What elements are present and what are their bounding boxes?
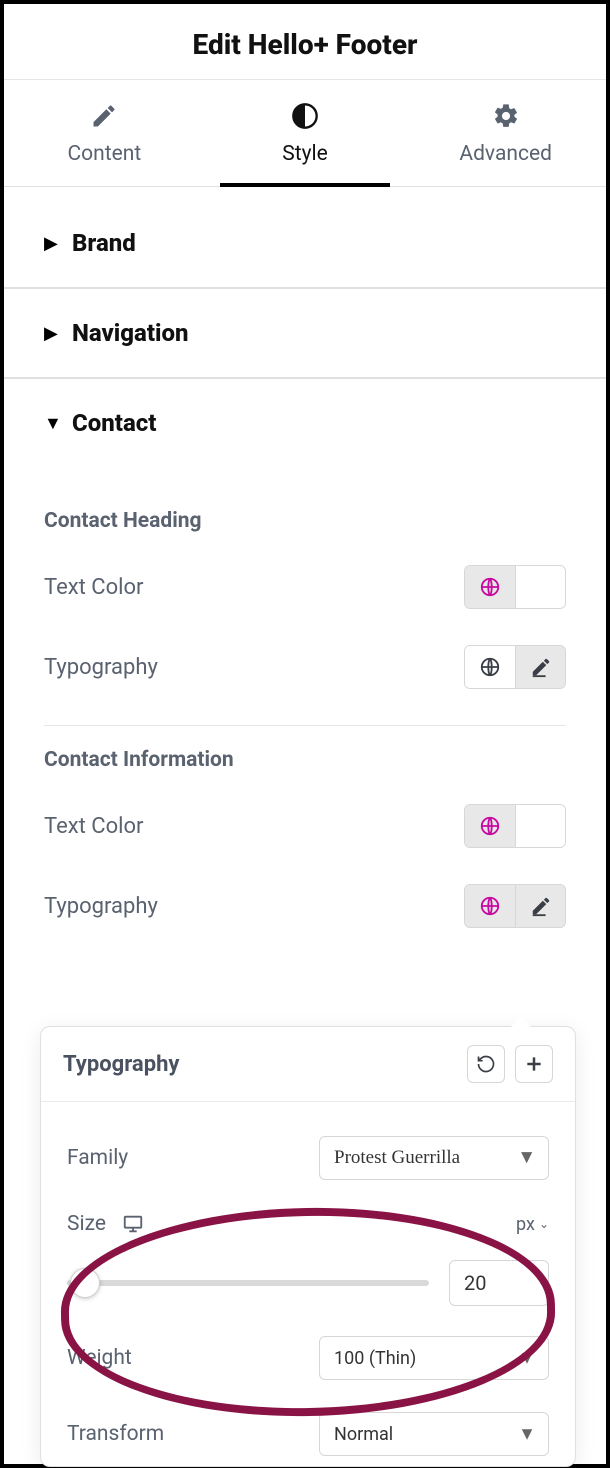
caret-right-icon: ▶ <box>44 233 58 254</box>
globe-button[interactable] <box>465 805 515 847</box>
popover-title: Typography <box>63 1052 179 1077</box>
popover-header: Typography <box>41 1027 575 1102</box>
contact-information-label: Contact Information <box>44 748 566 772</box>
row-contact-info-typography: Typography <box>44 866 566 946</box>
row-contact-heading-text-color: Text Color <box>44 547 566 627</box>
size-input[interactable]: 20 <box>449 1260 549 1306</box>
tab-style[interactable]: Style <box>205 80 406 186</box>
label-text-color: Text Color <box>44 575 144 600</box>
globe-icon <box>479 576 501 598</box>
label-weight: Weight <box>67 1346 132 1370</box>
typography-control <box>464 645 566 689</box>
label-typography: Typography <box>44 655 158 680</box>
text-color-picker <box>464 804 566 848</box>
row-weight: Weight 100 (Thin) ▼ <box>67 1320 549 1396</box>
weight-select[interactable]: 100 (Thin) ▼ <box>319 1336 549 1380</box>
transform-value: Normal <box>334 1424 393 1445</box>
typography-popover: Typography Family Protest Guerrilla ▼ Si… <box>40 1026 576 1467</box>
section-contact-title: Contact <box>72 409 156 437</box>
size-slider[interactable] <box>67 1280 429 1286</box>
tab-advanced-label: Advanced <box>459 142 552 166</box>
section-navigation-title: Navigation <box>72 319 189 347</box>
popover-actions <box>467 1045 553 1083</box>
globe-icon <box>479 895 501 917</box>
pencil-icon <box>90 102 118 130</box>
caret-down-icon: ▼ <box>517 1147 536 1169</box>
color-swatch-button[interactable] <box>515 566 565 608</box>
undo-icon <box>476 1054 496 1074</box>
family-value: Protest Guerrilla <box>334 1147 460 1169</box>
section-contact-header[interactable]: ▼ Contact <box>4 378 606 467</box>
globe-icon <box>479 815 501 837</box>
desktop-icon[interactable] <box>122 1213 144 1235</box>
tab-content-label: Content <box>67 142 141 166</box>
tab-style-label: Style <box>282 142 328 166</box>
text-color-picker <box>464 565 566 609</box>
unit-value: px <box>516 1214 535 1235</box>
caret-down-icon: ▼ <box>518 1348 536 1369</box>
style-panel: ▶ Brand ▶ Navigation ▼ Contact Contact H… <box>4 187 606 956</box>
half-circle-icon <box>291 102 319 130</box>
pencil-icon <box>530 895 552 917</box>
row-size-header: Size px ⌄ <box>67 1196 549 1252</box>
edit-button[interactable] <box>515 646 565 688</box>
globe-button[interactable] <box>465 566 515 608</box>
globe-icon <box>479 656 501 678</box>
panel-header: Edit Hello+ Footer <box>4 4 606 80</box>
row-size-slider: 20 <box>67 1252 549 1320</box>
contact-heading-label: Contact Heading <box>44 509 566 533</box>
popover-body: Family Protest Guerrilla ▼ Size px ⌄ 20 <box>41 1102 575 1466</box>
caret-down-icon: ▼ <box>518 1424 536 1445</box>
unit-select[interactable]: px ⌄ <box>516 1214 549 1235</box>
panel-title: Edit Hello+ Footer <box>4 28 606 61</box>
row-family: Family Protest Guerrilla ▼ <box>67 1120 549 1196</box>
divider <box>44 725 566 726</box>
edit-button[interactable] <box>515 885 565 927</box>
row-contact-info-text-color: Text Color <box>44 786 566 866</box>
section-brand-header[interactable]: ▶ Brand <box>4 187 606 288</box>
row-transform: Transform Normal ▼ <box>67 1396 549 1456</box>
size-value: 20 <box>464 1271 486 1295</box>
caret-right-icon: ▶ <box>44 323 58 344</box>
label-text-color: Text Color <box>44 814 144 839</box>
label-transform: Transform <box>67 1422 164 1446</box>
color-swatch-button[interactable] <box>515 805 565 847</box>
typography-control <box>464 884 566 928</box>
tab-advanced[interactable]: Advanced <box>405 80 606 186</box>
plus-icon <box>524 1054 544 1074</box>
weight-value: 100 (Thin) <box>334 1348 416 1369</box>
transform-select[interactable]: Normal ▼ <box>319 1412 549 1456</box>
globe-button[interactable] <box>465 885 515 927</box>
tabs: Content Style Advanced <box>4 80 606 187</box>
globe-button[interactable] <box>465 646 515 688</box>
reset-button[interactable] <box>467 1045 505 1083</box>
label-typography: Typography <box>44 894 158 919</box>
tab-content[interactable]: Content <box>4 80 205 186</box>
label-family: Family <box>67 1146 128 1170</box>
row-contact-heading-typography: Typography <box>44 627 566 707</box>
section-contact-body: Contact Heading Text Color Typography <box>4 467 606 956</box>
pencil-icon <box>530 656 552 678</box>
add-button[interactable] <box>515 1045 553 1083</box>
label-size: Size <box>67 1212 106 1236</box>
chevron-down-icon: ⌄ <box>539 1217 549 1231</box>
section-brand-title: Brand <box>72 229 136 257</box>
section-navigation-header[interactable]: ▶ Navigation <box>4 288 606 378</box>
slider-thumb[interactable] <box>70 1268 100 1298</box>
caret-down-icon: ▼ <box>44 413 58 434</box>
gear-icon <box>492 102 520 130</box>
family-select[interactable]: Protest Guerrilla ▼ <box>319 1136 549 1180</box>
